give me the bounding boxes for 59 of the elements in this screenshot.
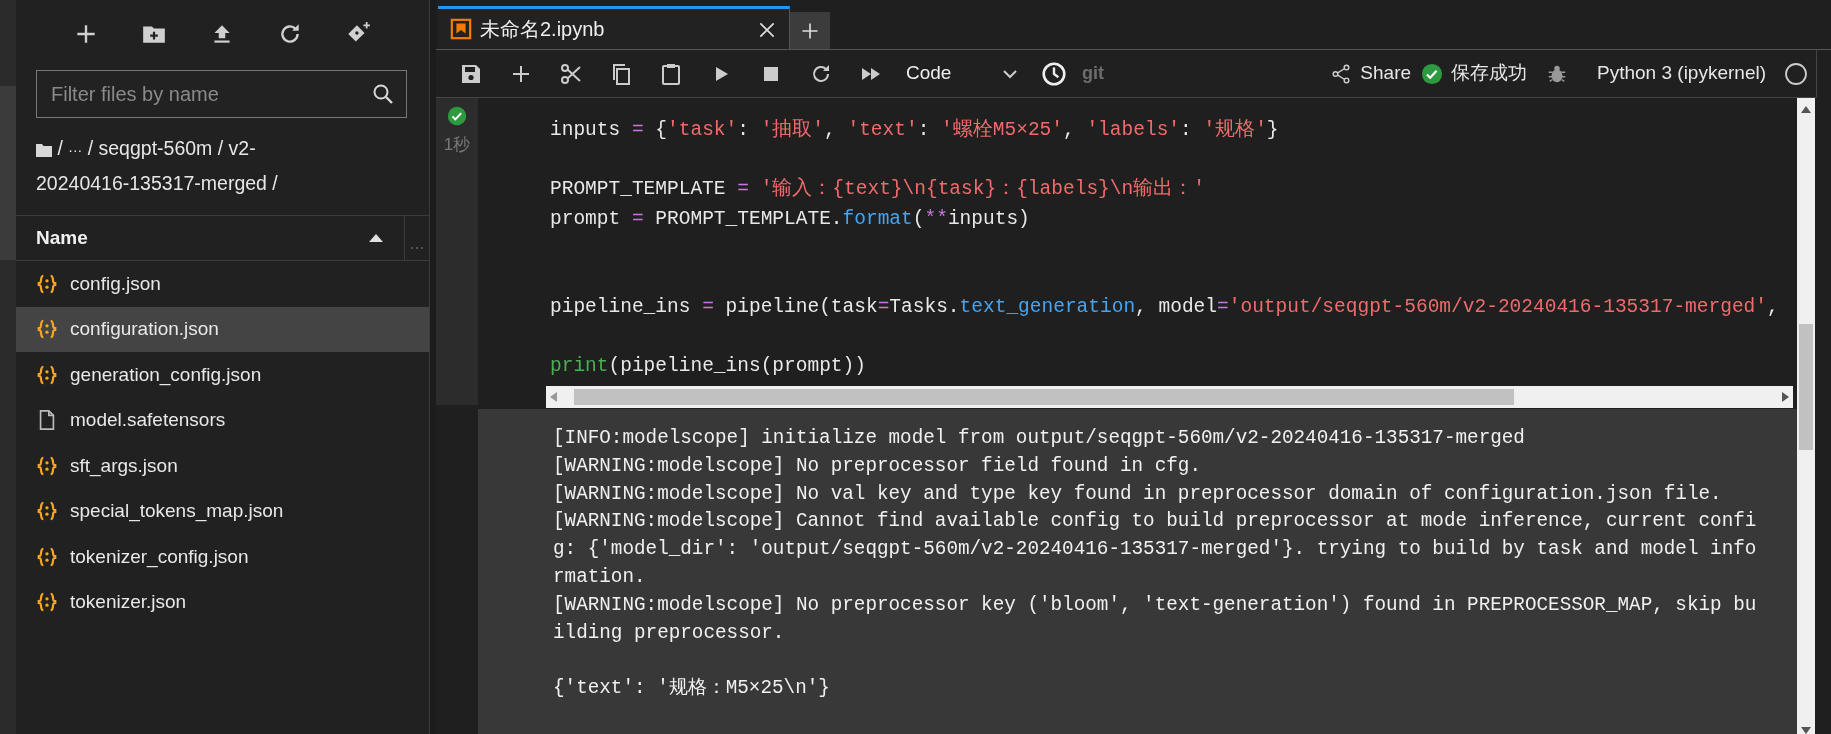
output-line: ilding preprocessor. (553, 620, 786, 646)
output-line: [WARNING:modelscope] No val key and type key found in preprocessor domain of configuration.json file. (553, 481, 1723, 507)
code-editor[interactable] (478, 98, 1797, 408)
scrollbar-thumb[interactable] (1799, 324, 1813, 450)
scroll-up-icon (1801, 106, 1811, 114)
execution-time: 1秒 (443, 134, 471, 156)
breadcrumb-path[interactable]: / seqgpt-560m / v2- (87, 137, 256, 159)
json-file-icon (36, 545, 58, 568)
name-column-header[interactable]: Name (16, 216, 405, 260)
output-line: [INFO:modelscope] initialize model from output/seqgpt-560m/v2-20240416-135317-merged (553, 426, 1526, 451)
output-line: rmation. (553, 565, 647, 590)
share-button[interactable]: Share (1330, 59, 1412, 88)
output-line: {'text': '规格：M5×25\n'} (553, 676, 831, 702)
clock-icon (1041, 60, 1067, 87)
notebook-icon (450, 18, 472, 40)
kernel-name[interactable]: Python 3 (ipykernel) (1597, 59, 1766, 88)
code-line: pipeline_ins = pipeline(task=Tasks.text_generation, model='output/seqgpt-560m/v2-20240416-135317-merged', (550, 295, 1780, 320)
file-item[interactable]: tokenizer.json (16, 579, 429, 625)
code-line: PROMPT_TEMPLATE = '输入：{text}\n{task}：{labels}\n输出：' (550, 176, 1206, 202)
cut-icon (559, 61, 583, 86)
folder-icon (36, 142, 52, 157)
scrollbar-thumb[interactable] (574, 388, 1514, 405)
new-tab-button[interactable] (790, 12, 830, 49)
output-line: [WARNING:modelscope] Cannot find available config to build preprocessor at mode inference, current confi (553, 509, 1758, 535)
scroll-left-icon (550, 391, 558, 402)
file-item[interactable]: model.safetensors (16, 397, 429, 443)
code-line: inputs = {'task': '抽取', 'text': '螺栓M5×25', 'labels': '规格'} (550, 117, 1280, 143)
output-line: [WARNING:modelscope] No preprocessor field found in cfg. (553, 453, 1202, 479)
json-file-icon (36, 318, 58, 341)
file-item[interactable]: special_tokens_map.json (16, 488, 429, 534)
code-line: prompt = PROMPT_TEMPLATE.format(**inputs) (550, 206, 1031, 232)
file-item[interactable]: configuration.json (16, 306, 429, 352)
save-status: 保存成功 (1451, 61, 1528, 86)
file-item[interactable]: sft_args.json (16, 443, 429, 489)
vertical-scrollbar[interactable] (1797, 98, 1815, 734)
breadcrumb-ellipsis[interactable]: ··· (68, 142, 83, 158)
code-line: print(pipeline_ins(prompt)) (550, 354, 867, 379)
file-item[interactable]: tokenizer_config.json (16, 534, 429, 580)
scroll-down-icon (1801, 726, 1811, 734)
file-item[interactable]: generation_config.json (16, 352, 429, 398)
breadcrumb-path[interactable]: 20240416-135317-merged / (36, 167, 278, 200)
filter-field[interactable]: Filter files by name (36, 70, 407, 118)
share-icon (1330, 62, 1353, 85)
json-file-icon (36, 454, 58, 477)
scroll-right-icon (1781, 391, 1789, 402)
home-folder-link[interactable]: / (36, 132, 63, 165)
json-file-icon (36, 591, 58, 614)
json-file-icon (36, 363, 58, 386)
output-line: g: {'model_dir': 'output/seqgpt-560m/v2-20240416-135317-merged'}. trying to build by task and model info (553, 537, 1758, 563)
json-file-icon (36, 500, 58, 523)
chevron-down-icon (1002, 68, 1018, 79)
horizontal-scrollbar[interactable] (546, 385, 1793, 408)
search-icon (371, 82, 395, 106)
cell-type-select[interactable]: Code (896, 53, 1024, 94)
notebook-tab[interactable]: 未命名2.ipynb (438, 6, 790, 49)
json-file-icon (36, 272, 58, 295)
output-line: [WARNING:modelscope] No preprocessor key ('bloom', 'text-generation') found in PREPROCESSOR_MAP, skip bu (553, 592, 1758, 618)
clipboard-icon (659, 61, 683, 86)
file-item[interactable]: config.json (16, 261, 429, 307)
